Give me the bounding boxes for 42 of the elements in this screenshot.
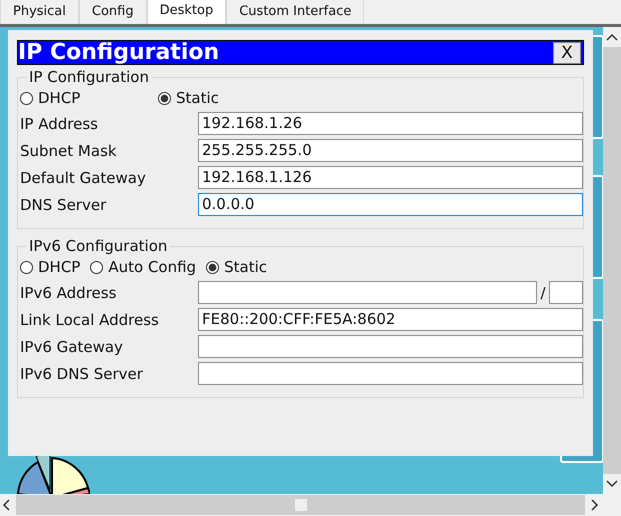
scroll-down-icon[interactable]	[606, 480, 618, 488]
field-label: IP Address	[20, 114, 99, 132]
input-field[interactable]: 0.0.0.0	[198, 193, 583, 216]
radio-label: Static	[224, 258, 267, 276]
radio-button[interactable]	[20, 92, 33, 104]
radio-label: Static	[176, 89, 219, 107]
tab[interactable]: Custom Interface	[226, 0, 364, 24]
scroll-up-icon[interactable]	[606, 33, 618, 41]
tab[interactable]: Physical	[0, 0, 79, 24]
radio-button[interactable]	[158, 92, 171, 104]
field-label: Default Gateway	[20, 168, 147, 186]
field-label: DNS Server	[20, 196, 108, 214]
input-field[interactable]	[198, 335, 583, 358]
input-field[interactable]	[198, 281, 537, 304]
input-field[interactable]: FE80::200:CFF:FE5A:8602	[198, 308, 583, 331]
input-field[interactable]	[198, 362, 583, 385]
scroll-thumb[interactable]	[294, 499, 306, 511]
field-label: Subnet Mask	[20, 142, 118, 160]
group-legend: IP Configuration	[26, 68, 152, 86]
input-field[interactable]: 192.168.1.126	[198, 166, 583, 189]
radio-label: Auto Config	[108, 258, 196, 276]
input-field[interactable]: 255.255.255.0	[198, 139, 583, 162]
radio-label: DHCP	[38, 89, 80, 107]
group-legend: IPv6 Configuration	[26, 237, 170, 255]
tab[interactable]: Config	[78, 0, 147, 24]
radio-button[interactable]	[206, 260, 220, 274]
field-label: IPv6 Address	[20, 284, 118, 302]
field-label: IPv6 Gateway	[20, 338, 124, 356]
field-label: Link Local Address	[20, 310, 160, 328]
radio-button[interactable]	[20, 260, 33, 274]
prefix-separator: /	[539, 284, 547, 302]
close-button[interactable]: X	[553, 42, 581, 64]
pie-chart-icon[interactable]	[14, 454, 90, 494]
radio-label: DHCP	[38, 258, 80, 276]
input-field[interactable]: 192.168.1.26	[198, 112, 583, 135]
scroll-left-icon[interactable]	[2, 499, 10, 511]
window-title: IP Configuration	[18, 42, 220, 64]
prefix-length-field[interactable]	[549, 281, 583, 304]
field-label: IPv6 DNS Server	[20, 364, 144, 382]
radio-button[interactable]	[90, 260, 104, 274]
tab[interactable]: Desktop	[146, 0, 226, 24]
scroll-right-icon[interactable]	[591, 499, 599, 511]
